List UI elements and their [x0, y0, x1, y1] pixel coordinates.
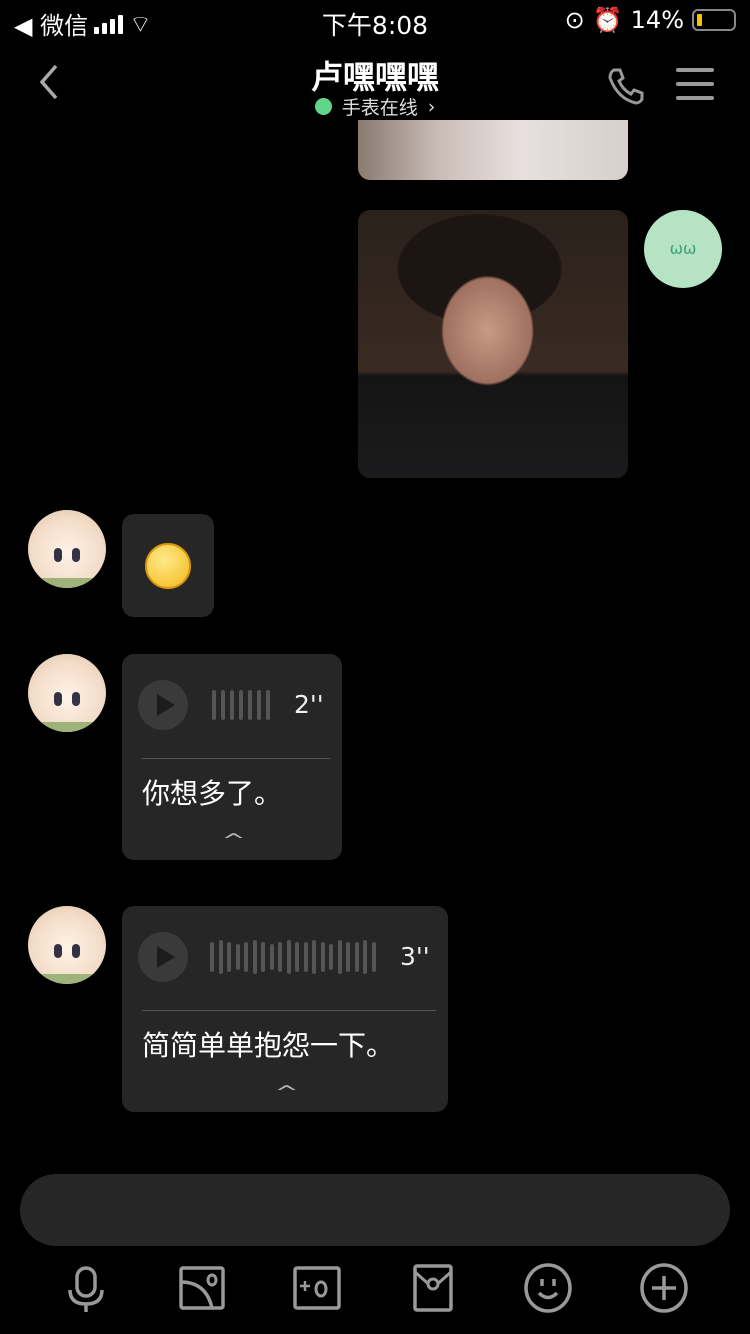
online-dot [314, 98, 332, 115]
voice-duration: 2'' [294, 690, 324, 719]
contact-avatar[interactable] [28, 654, 106, 732]
voice-transcript: 简简单单抱怨一下。 [142, 1029, 395, 1062]
mic-icon[interactable] [60, 1262, 112, 1314]
battery-percent: 14% [630, 6, 684, 34]
collapse-icon[interactable]: ^ [221, 830, 245, 851]
play-icon[interactable] [138, 932, 188, 982]
phone-icon[interactable] [606, 66, 646, 106]
image-icon[interactable] [176, 1262, 228, 1314]
rotation-lock-icon: ⊙ [564, 6, 585, 34]
waveform [212, 687, 270, 723]
image-message[interactable] [358, 210, 628, 478]
voice-duration: 3'' [400, 942, 430, 971]
alarm-icon: ⏰ [592, 6, 623, 34]
message-input[interactable] [20, 1174, 730, 1246]
divider [142, 1010, 436, 1011]
my-avatar[interactable]: ѡѡ [644, 210, 722, 288]
waveform [210, 939, 376, 975]
voice-message[interactable]: 3'' 简简单单抱怨一下。 ^ [122, 906, 448, 1112]
emoji-message[interactable] [122, 514, 214, 617]
image-message[interactable] [358, 120, 628, 180]
camera-icon[interactable] [291, 1262, 343, 1314]
emoji-icon[interactable] [522, 1262, 574, 1314]
status-bar: ◀ 微信 ⌔ 下午8:08 ⊙ ⏰ 14% [0, 0, 750, 40]
voice-transcript: 你想多了。 [142, 777, 283, 810]
collapse-icon[interactable]: ^ [274, 1082, 298, 1103]
chevron-right-icon: › [427, 95, 436, 118]
red-packet-icon[interactable] [407, 1262, 459, 1314]
contact-avatar[interactable] [28, 906, 106, 984]
voice-message[interactable]: 2'' 你想多了。 ^ [122, 654, 342, 860]
divider [142, 758, 330, 759]
contact-avatar[interactable] [28, 510, 106, 588]
smile-emoji-icon [145, 543, 191, 589]
battery-icon [692, 9, 736, 31]
plus-icon[interactable] [638, 1262, 690, 1314]
play-icon[interactable] [138, 680, 188, 730]
status-text: 手表在线 [341, 97, 418, 119]
menu-icon[interactable] [676, 68, 714, 100]
